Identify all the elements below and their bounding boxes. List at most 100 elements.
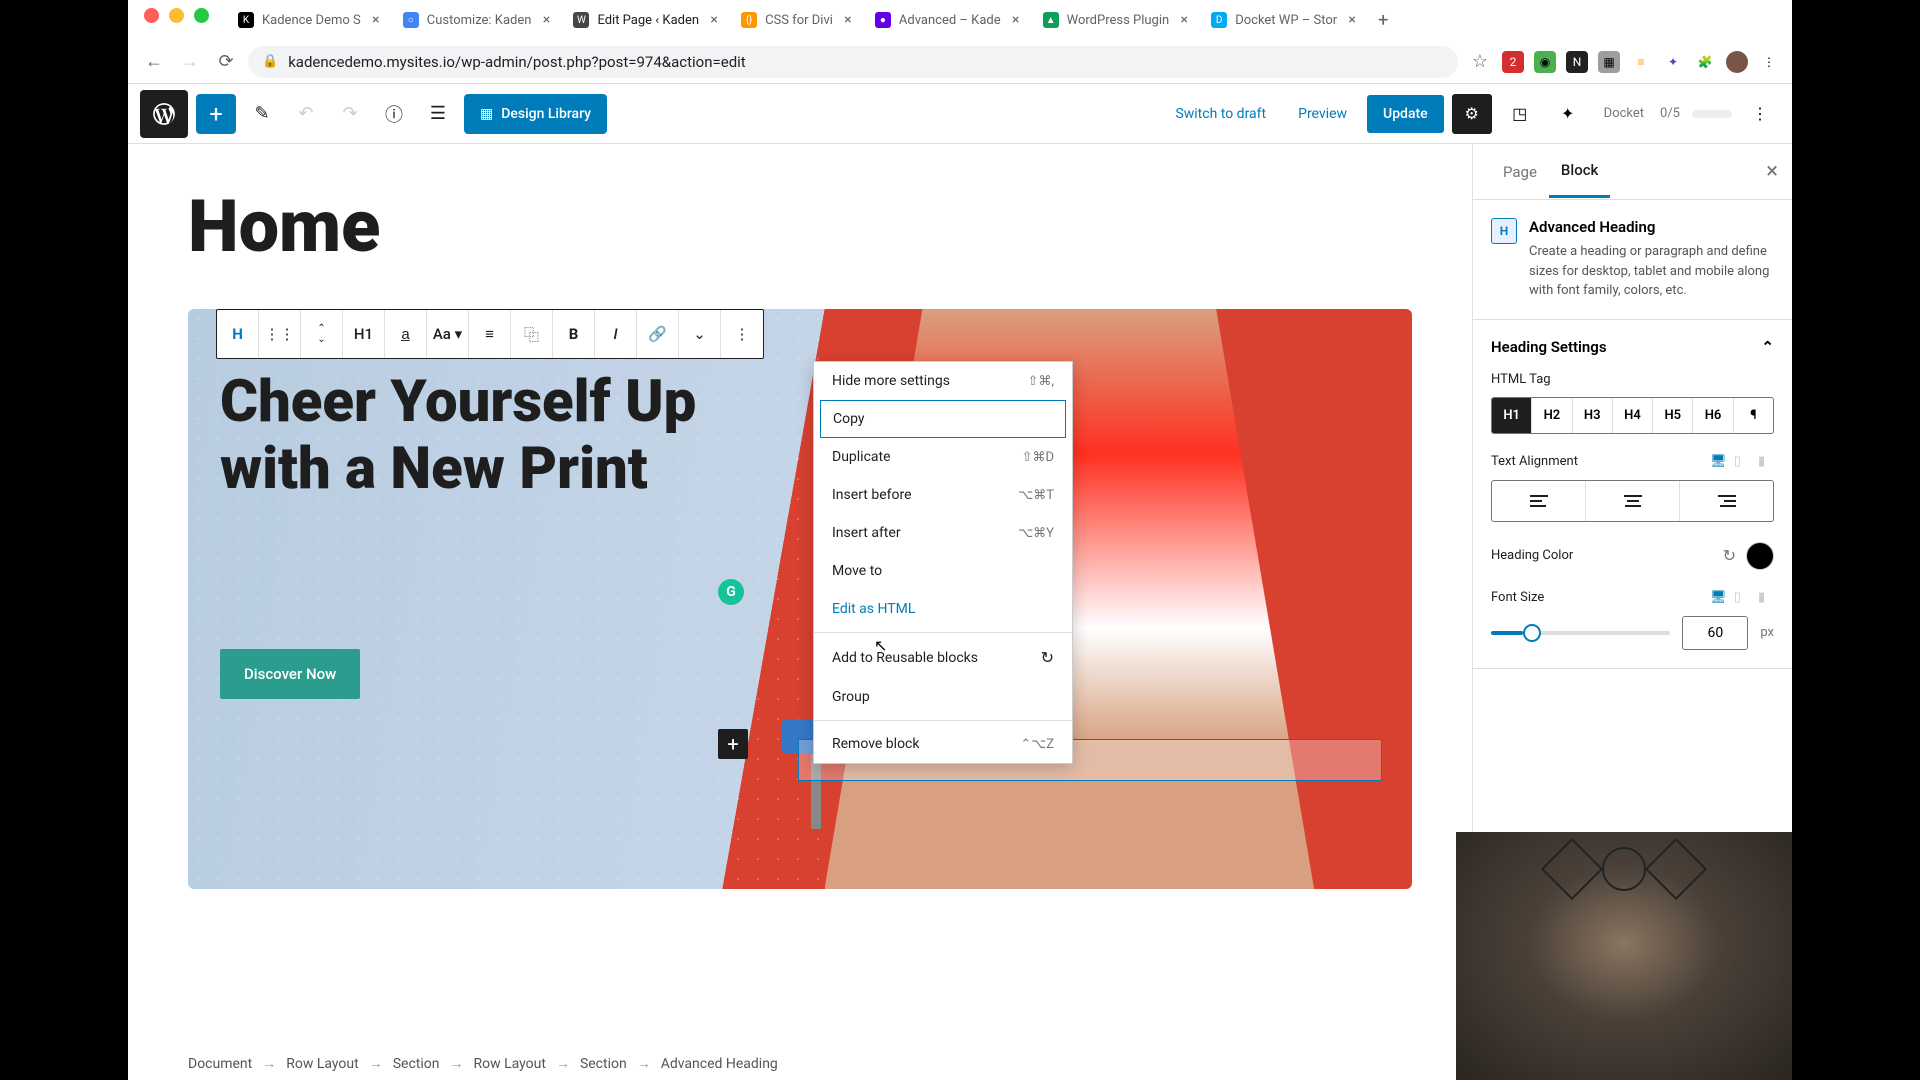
browser-tab[interactable]: KKadence Demo S× — [228, 6, 393, 34]
tag-option[interactable]: ¶ — [1734, 398, 1773, 433]
browser-tab[interactable]: {}CSS for Divi× — [731, 6, 865, 34]
url-field[interactable]: 🔒 kadencedemo.mysites.io/wp-admin/post.p… — [248, 46, 1458, 78]
fs-device-tablet-icon[interactable]: ▯ — [1734, 590, 1750, 606]
tab-close-icon[interactable]: × — [707, 13, 721, 27]
typography-icon[interactable]: Aa ▾ — [427, 310, 469, 358]
page-title[interactable]: Home — [188, 184, 1412, 269]
outline-icon[interactable]: ☰ — [420, 96, 456, 132]
close-sidebar-icon[interactable]: × — [1766, 159, 1778, 184]
link-icon[interactable]: 🔗 — [637, 310, 679, 358]
color-reset-icon[interactable]: ↻ — [1723, 546, 1736, 565]
move-arrows-icon[interactable]: ⌃⌄ — [301, 310, 343, 358]
menu-item[interactable]: Remove block⌃⌥Z — [814, 725, 1072, 763]
update-button[interactable]: Update — [1367, 95, 1444, 133]
browser-tab[interactable]: ○Customize: Kaden× — [393, 6, 564, 34]
add-block-inline[interactable]: + — [718, 729, 748, 759]
browser-menu-icon[interactable]: ⋮ — [1758, 51, 1780, 73]
tab-close-icon[interactable]: × — [1009, 13, 1023, 27]
hero-section[interactable]: H ⋮⋮ ⌃⌄ H1 a̲ Aa ▾ ≡ ⿻ B I 🔗 ⌄ — [188, 309, 1412, 889]
color-swatch[interactable] — [1746, 542, 1774, 570]
tab-block[interactable]: Block — [1549, 145, 1610, 198]
kadence-icon[interactable]: ◳ — [1500, 94, 1540, 134]
block-type-icon[interactable]: H — [217, 310, 259, 358]
breadcrumb-item[interactable]: Document — [188, 1056, 252, 1072]
nav-reload[interactable]: ⟳ — [212, 48, 240, 76]
align-center[interactable] — [1586, 481, 1680, 521]
extensions-icon[interactable]: 🧩 — [1694, 51, 1716, 73]
nav-back[interactable]: ← — [140, 48, 168, 76]
menu-item[interactable]: Insert after⌥⌘Y — [814, 514, 1072, 552]
redo-icon[interactable]: ↷ — [332, 96, 368, 132]
hero-heading[interactable]: Cheer Yourself Up with a New Print — [220, 369, 760, 502]
menu-item[interactable]: Move to — [814, 552, 1072, 590]
font-size-input[interactable] — [1682, 616, 1748, 650]
design-library-button[interactable]: ▦ Design Library — [464, 94, 607, 134]
tab-close-icon[interactable]: × — [369, 13, 383, 27]
breadcrumb-item[interactable]: Advanced Heading — [661, 1056, 778, 1072]
device-tablet-icon[interactable]: ▯ — [1734, 454, 1750, 470]
tag-option[interactable]: H3 — [1573, 398, 1613, 433]
ext-icon-4[interactable]: ▦ — [1598, 51, 1620, 73]
device-desktop-icon[interactable]: 🖥 — [1710, 454, 1726, 470]
fs-device-mobile-icon[interactable]: ▮ — [1758, 590, 1774, 606]
browser-tab[interactable]: ●Advanced – Kade× — [865, 6, 1033, 34]
new-tab-button[interactable]: + — [1369, 6, 1397, 34]
tab-close-icon[interactable]: × — [1345, 13, 1359, 27]
switch-to-draft[interactable]: Switch to draft — [1163, 98, 1278, 130]
font-size-slider[interactable] — [1491, 631, 1670, 635]
block-options-icon[interactable]: ⋮ — [721, 310, 763, 358]
align-icon[interactable]: ≡ — [469, 310, 511, 358]
bold-icon[interactable]: B — [553, 310, 595, 358]
tab-close-icon[interactable]: × — [539, 13, 553, 27]
edit-tool-icon[interactable]: ✎ — [244, 96, 280, 132]
window-maximize[interactable] — [194, 8, 209, 23]
menu-item[interactable]: Group — [814, 678, 1072, 716]
slider-thumb[interactable] — [1523, 624, 1541, 642]
profile-avatar[interactable] — [1726, 51, 1748, 73]
align-left[interactable] — [1492, 481, 1586, 521]
breadcrumb-item[interactable]: Row Layout — [473, 1056, 545, 1072]
wordpress-logo[interactable] — [140, 90, 188, 138]
text-color-icon[interactable]: a̲ — [385, 310, 427, 358]
tag-option[interactable]: H6 — [1693, 398, 1733, 433]
tag-option[interactable]: H4 — [1613, 398, 1653, 433]
discover-button[interactable]: Discover Now — [220, 649, 360, 699]
settings-gear-icon[interactable]: ⚙ — [1452, 94, 1492, 134]
bookmark-star-icon[interactable]: ☆ — [1466, 48, 1494, 76]
breadcrumb-item[interactable]: Row Layout — [286, 1056, 358, 1072]
menu-item[interactable]: Insert before⌥⌘T — [814, 476, 1072, 514]
window-close[interactable] — [144, 8, 159, 23]
menu-item[interactable]: Hide more settings⇧⌘, — [814, 362, 1072, 400]
more-format-icon[interactable]: ⌄ — [679, 310, 721, 358]
breadcrumb-item[interactable]: Section — [393, 1056, 440, 1072]
heading-level[interactable]: H1 — [343, 310, 385, 358]
menu-item[interactable]: Duplicate⇧⌘D — [814, 438, 1072, 476]
menu-item[interactable]: Copy — [820, 400, 1066, 438]
grammarly-icon[interactable]: G — [718, 579, 744, 605]
menu-item[interactable]: Add to Reusable blocks↻ — [814, 637, 1072, 678]
drag-handle-icon[interactable]: ⋮⋮ — [259, 310, 301, 358]
tag-option[interactable]: H5 — [1653, 398, 1693, 433]
device-mobile-icon[interactable]: ▮ — [1758, 454, 1774, 470]
ext-icon-1[interactable]: 2 — [1502, 51, 1524, 73]
heading-settings-panel[interactable]: Heading Settings ⌃ — [1491, 338, 1774, 356]
more-menu-icon[interactable]: ⋮ — [1740, 94, 1780, 134]
nav-forward[interactable]: → — [176, 48, 204, 76]
browser-tab[interactable]: WEdit Page ‹ Kaden× — [563, 6, 731, 34]
ext-icon-2[interactable]: ◉ — [1534, 51, 1556, 73]
ext-icon-5[interactable]: ≡ — [1630, 51, 1652, 73]
tag-option[interactable]: H2 — [1532, 398, 1572, 433]
tag-option[interactable]: H1 — [1492, 398, 1532, 433]
tab-close-icon[interactable]: × — [1177, 13, 1191, 27]
ext-icon-6[interactable]: ✦ — [1662, 51, 1684, 73]
window-minimize[interactable] — [169, 8, 184, 23]
breadcrumb-item[interactable]: Section — [580, 1056, 627, 1072]
menu-item[interactable]: Edit as HTML — [814, 590, 1072, 628]
browser-tab[interactable]: ▲WordPress Plugin× — [1033, 6, 1202, 34]
ext-icon-3[interactable]: N — [1566, 51, 1588, 73]
copy-icon[interactable]: ⿻ — [511, 310, 553, 358]
browser-tab[interactable]: DDocket WP – Stor× — [1201, 6, 1369, 34]
add-block-button[interactable]: + — [196, 94, 236, 134]
preview-button[interactable]: Preview — [1286, 98, 1359, 130]
undo-icon[interactable]: ↶ — [288, 96, 324, 132]
